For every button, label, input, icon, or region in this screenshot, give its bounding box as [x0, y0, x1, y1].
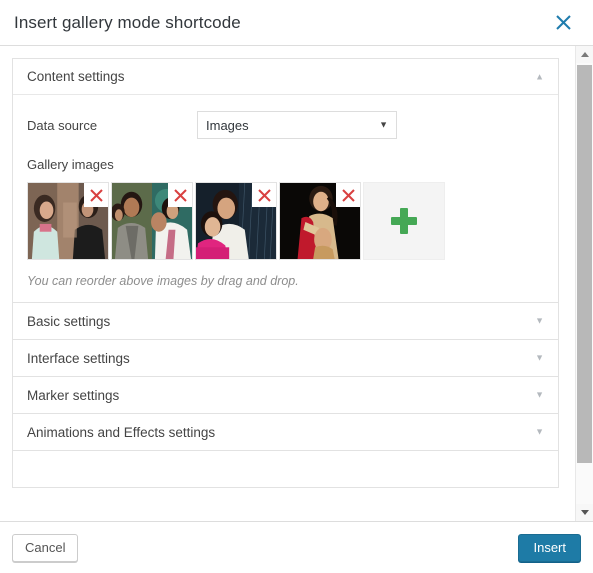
panel-title-basic-settings: Basic settings [27, 313, 111, 329]
close-dialog-button[interactable] [541, 0, 585, 45]
chevron-down-icon: ▼ [535, 352, 544, 363]
gallery-thumbnail-item[interactable] [279, 182, 361, 260]
cancel-button[interactable]: Cancel [12, 533, 79, 562]
panel-title-content-settings: Content settings [27, 69, 125, 84]
panel-header-content-settings[interactable]: Content settings ▲ [13, 59, 558, 95]
add-image-button[interactable] [363, 182, 445, 260]
caret-up-icon [580, 52, 589, 57]
scroll-down-button[interactable] [576, 504, 593, 521]
vertical-scrollbar[interactable] [575, 46, 593, 521]
data-source-label: Data source [27, 117, 98, 133]
scroll-up-button[interactable] [576, 46, 593, 63]
settings-accordion: Content settings ▲ Data source Images ▼ [12, 58, 559, 488]
gallery-reorder-hint: You can reorder above images by drag and… [27, 274, 299, 288]
gallery-thumbnail-item[interactable] [111, 182, 193, 260]
close-icon [341, 188, 355, 202]
panel-content-settings: Content settings ▲ Data source Images ▼ [13, 59, 558, 303]
dialog-header: Insert gallery mode shortcode [0, 0, 593, 46]
scrollbar-thumb[interactable] [577, 65, 592, 463]
panel-title-marker-settings: Marker settings [27, 387, 120, 403]
panel-header-basic-settings[interactable]: Basic settings ▼ [13, 303, 558, 339]
panel-header-next-partial[interactable] [13, 451, 558, 487]
close-icon [257, 188, 271, 202]
panel-header-marker-settings[interactable]: Marker settings ▼ [13, 377, 558, 413]
caret-down-icon [580, 510, 589, 515]
scrollbar-track[interactable] [576, 63, 593, 504]
plus-icon [391, 208, 417, 234]
panel-body-content-settings: Data source Images ▼ Gallery images You … [13, 95, 558, 302]
close-icon [89, 188, 103, 202]
panel-next-partial [13, 451, 558, 488]
panel-basic-settings: Basic settings ▼ [13, 303, 558, 340]
gallery-thumbnail-list [27, 182, 544, 260]
close-icon [555, 15, 571, 30]
data-source-select-wrap: Images ▼ [197, 111, 397, 139]
panel-title-interface-settings: Interface settings [27, 350, 130, 366]
close-icon [173, 188, 187, 202]
insert-button[interactable]: Insert [518, 533, 581, 562]
gallery-thumbnail-item[interactable] [195, 182, 277, 260]
chevron-down-icon: ▼ [535, 426, 544, 437]
panel-header-animations-effects-settings[interactable]: Animations and Effects settings ▼ [13, 414, 558, 450]
remove-image-button[interactable] [84, 183, 108, 207]
data-source-row: Data source Images ▼ [27, 111, 544, 139]
remove-image-button[interactable] [252, 183, 276, 207]
remove-image-button[interactable] [336, 183, 360, 207]
panel-animations-effects-settings: Animations and Effects settings ▼ [13, 414, 558, 451]
gallery-images-label: Gallery images [27, 157, 114, 172]
chevron-down-icon: ▼ [535, 315, 544, 326]
dialog-body: Content settings ▲ Data source Images ▼ [0, 46, 593, 521]
gallery-thumbnail-item[interactable] [27, 182, 109, 260]
data-source-select[interactable]: Images [197, 111, 397, 139]
panel-title-animations-effects-settings: Animations and Effects settings [27, 424, 216, 440]
dialog-footer: Cancel Insert [0, 521, 593, 573]
panel-interface-settings: Interface settings ▼ [13, 340, 558, 377]
settings-scroll-region: Content settings ▲ Data source Images ▼ [0, 46, 571, 521]
chevron-up-icon: ▲ [535, 71, 544, 81]
remove-image-button[interactable] [168, 183, 192, 207]
dialog-title: Insert gallery mode shortcode [14, 12, 241, 32]
panel-header-interface-settings[interactable]: Interface settings ▼ [13, 340, 558, 376]
panel-marker-settings: Marker settings ▼ [13, 377, 558, 414]
chevron-down-icon: ▼ [535, 389, 544, 400]
insert-shortcode-dialog: Insert gallery mode shortcode Content se… [0, 0, 593, 573]
